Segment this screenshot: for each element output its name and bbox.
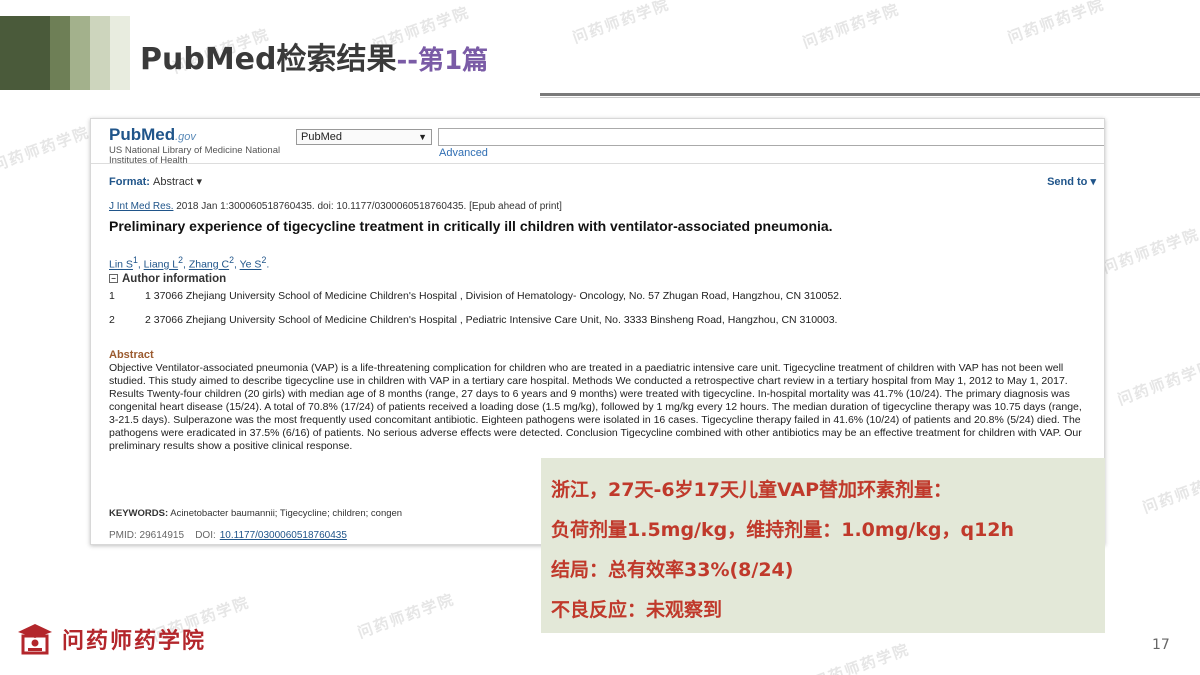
abstract-heading: Abstract <box>109 349 154 361</box>
watermark: 问药师药学院 <box>1115 357 1200 409</box>
caret-down-icon: ▾ <box>196 176 202 188</box>
search-input[interactable] <box>438 128 1104 146</box>
advanced-link[interactable]: Advanced <box>439 147 488 159</box>
header-bar <box>110 16 130 90</box>
divider <box>91 163 1104 164</box>
pubmed-logo-suffix: .gov <box>175 131 196 143</box>
author-info-toggle[interactable]: − Author information <box>109 273 226 285</box>
watermark: 问药师药学院 <box>570 0 673 47</box>
citation: J Int Med Res. 2018 Jan 1:30006051876043… <box>109 201 562 212</box>
collapse-icon: − <box>109 274 118 284</box>
header-bar <box>50 16 70 90</box>
callout-line: 浙江，27天-6岁17天儿童VAP替加环素剂量： <box>551 479 953 501</box>
callout-line: 不良反应：未观察到 <box>551 599 723 621</box>
keywords-text: Acinetobacter baumannii; Tigecycline; ch… <box>168 508 403 519</box>
callout-line: 结局：总有效率33%(8/24) <box>551 559 794 581</box>
title-main: PubMed检索结果 <box>140 42 397 77</box>
doi-label: DOI: <box>195 530 216 541</box>
citation-text: 2018 Jan 1:300060518760435. doi: 10.1177… <box>173 201 562 212</box>
format-value: Abstract <box>153 176 194 188</box>
affiliation-number: 2 <box>109 314 115 326</box>
title-separator: -- <box>396 46 419 76</box>
article-title: Preliminary experience of tigecycline tr… <box>109 218 833 234</box>
page-number: 17 <box>1152 637 1170 653</box>
author-link[interactable]: Lin S <box>109 259 133 271</box>
author-aff: 2 <box>178 255 183 265</box>
format-label: Format: <box>109 176 150 188</box>
author-info-label: Author information <box>122 273 227 285</box>
pubmed-logo-text: PubMed <box>109 125 176 144</box>
send-to-menu[interactable]: Send to ▾ <box>1047 175 1096 188</box>
affiliation-number: 1 <box>109 290 115 302</box>
doi-link[interactable]: 10.1177/0300060518760435 <box>220 530 347 541</box>
affiliation-text: 1 37066 Zhejiang University School of Me… <box>145 290 842 302</box>
pubmed-logo[interactable]: PubMed.gov <box>109 125 196 145</box>
chevron-down-icon: ▼ <box>418 132 427 142</box>
affiliation-item: 1 1 37066 Zhejiang University School of … <box>109 291 1099 302</box>
author-list: Lin S1, Liang L2, Zhang C2, Ye S2. <box>109 255 270 271</box>
title-sub: 第1篇 <box>418 46 489 76</box>
author-link[interactable]: Ye S <box>240 259 262 271</box>
author-link[interactable]: Zhang C <box>189 259 229 271</box>
author-aff: 2 <box>229 255 234 265</box>
author-link[interactable]: Liang L <box>144 259 178 271</box>
keywords-label: KEYWORDS: <box>109 508 169 519</box>
watermark: 问药师药学院 <box>0 123 93 175</box>
affiliation-text: 2 37066 Zhejiang University School of Me… <box>145 314 838 326</box>
slide-title: PubMed检索结果--第1篇 <box>140 34 488 78</box>
pmid: PMID: 29614915 <box>109 530 185 541</box>
brand-icon <box>16 622 54 656</box>
database-select[interactable]: PubMed ▼ <box>296 129 432 145</box>
caret-down-icon: ▾ <box>1090 176 1096 188</box>
send-to-label: Send to <box>1047 176 1088 188</box>
summary-callout: 浙江，27天-6岁17天儿童VAP替加环素剂量： 负荷剂量1.5mg/kg，维持… <box>541 458 1105 633</box>
watermark: 问药师药学院 <box>810 640 913 675</box>
header-rule <box>540 93 1200 96</box>
watermark: 问药师药学院 <box>800 0 903 52</box>
header-rule-thin <box>540 97 1200 98</box>
header-bar <box>0 16 50 90</box>
journal-link[interactable]: J Int Med Res. <box>109 201 173 212</box>
watermark: 问药师药学院 <box>1005 0 1108 47</box>
header-color-bars <box>0 16 130 90</box>
header-bar <box>70 16 90 90</box>
author-aff: 2 <box>261 255 267 265</box>
affiliation-item: 2 2 37066 Zhejiang University School of … <box>109 315 1099 326</box>
brand-logo: 问药师药学院 <box>16 622 206 656</box>
database-select-value: PubMed <box>301 131 342 143</box>
format-menu[interactable]: Format: Abstract ▾ <box>109 175 202 188</box>
abstract-text: Objective Ventilator-associated pneumoni… <box>109 362 1082 452</box>
watermark: 问药师药学院 <box>355 590 458 642</box>
callout-line: 负荷剂量1.5mg/kg，维持剂量：1.0mg/kg，q12h <box>551 519 1015 541</box>
watermark: 问药师药学院 <box>1140 465 1200 517</box>
pmid-line: PMID: 29614915 DOI: 10.1177/0300060518760… <box>109 530 347 541</box>
watermark: 问药师药学院 <box>1100 225 1200 277</box>
keywords: KEYWORDS: Acinetobacter baumannii; Tigec… <box>109 508 402 519</box>
author-aff: 1 <box>132 255 138 265</box>
brand-name: 问药师药学院 <box>62 629 207 654</box>
header-bar <box>90 16 110 90</box>
